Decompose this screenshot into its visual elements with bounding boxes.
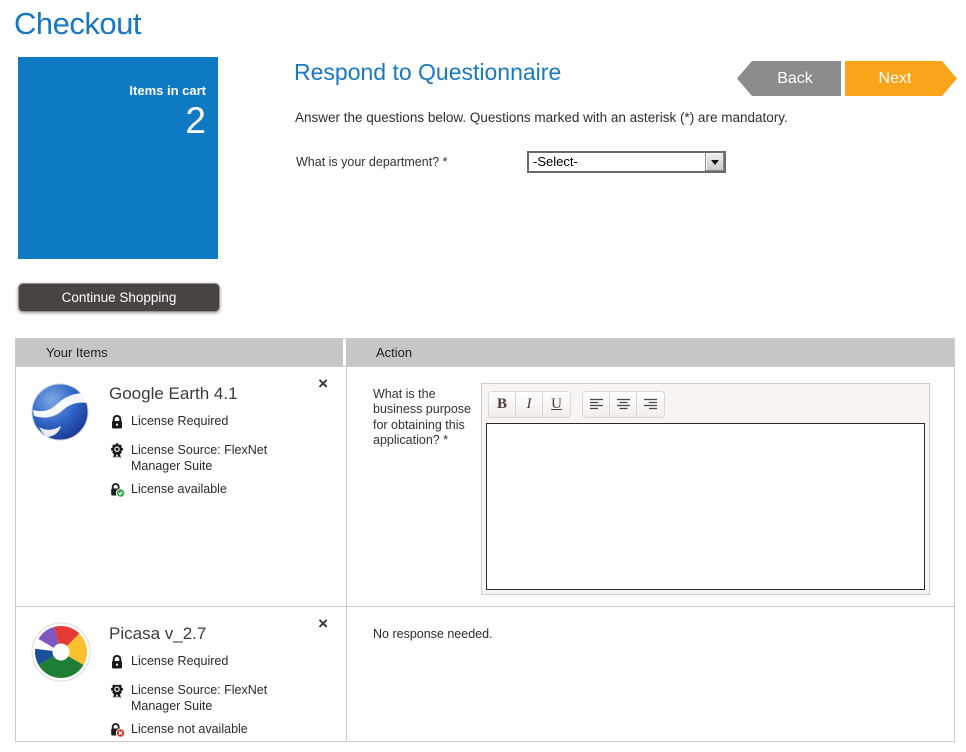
license-source-text: License Source: FlexNet Manager Suite (131, 683, 301, 714)
back-button[interactable]: Back (737, 61, 841, 96)
license-source-line: License Source: FlexNet Manager Suite (109, 443, 301, 474)
remove-item-icon[interactable]: × (318, 375, 328, 392)
table-row: × (16, 366, 954, 606)
item-cell-picasa: × Picasa v_2.7 (16, 607, 346, 741)
license-status-line: License not available (109, 722, 301, 743)
license-status-text: License available (131, 482, 227, 498)
action-cell-picasa: No response needed. (346, 607, 954, 741)
action-cell-google-earth: What is the business purpose for obtaini… (346, 367, 954, 606)
item-details: Picasa v_2.7 License Required (109, 620, 301, 751)
google-earth-icon (29, 380, 93, 511)
lock-icon (109, 654, 125, 675)
picasa-icon (29, 620, 93, 751)
business-purpose-textarea[interactable] (486, 423, 925, 590)
license-required-line: License Required (109, 654, 301, 675)
next-button[interactable]: Next (845, 61, 957, 96)
continue-shopping-button[interactable]: Continue Shopping (18, 283, 220, 312)
select-dropdown-arrow-icon[interactable] (705, 153, 724, 171)
department-select[interactable]: -Select- (527, 151, 726, 173)
table-header-row: Your Items Action (16, 339, 954, 366)
your-items-table: Your Items Action × (15, 338, 955, 742)
business-purpose-question: What is the business purpose for obtaini… (373, 383, 477, 595)
underline-button[interactable]: U (543, 392, 570, 417)
license-status-line: License available (109, 482, 301, 503)
table-row: × Picasa v_2.7 (16, 606, 954, 741)
no-response-text: No response needed. (373, 623, 954, 641)
questionnaire-instructions: Answer the questions below. Questions ma… (295, 110, 915, 125)
column-header-action: Action (346, 339, 954, 366)
license-status-text: License not available (131, 722, 248, 738)
department-select-value: -Select- (529, 153, 705, 171)
license-available-icon (109, 482, 125, 503)
license-required-text: License Required (131, 414, 228, 430)
editor-toolbar: B I U (486, 388, 925, 423)
rich-text-editor: B I U (481, 383, 930, 595)
cart-summary-box: Items in cart 2 (18, 57, 218, 259)
item-details: Google Earth 4.1 License Required (109, 380, 301, 511)
license-required-text: License Required (131, 654, 228, 670)
align-left-icon[interactable] (583, 392, 610, 417)
italic-button[interactable]: I (516, 392, 543, 417)
license-source-line: License Source: FlexNet Manager Suite (109, 683, 301, 714)
checkout-page: Checkout Items in cart 2 Continue Shoppi… (0, 0, 966, 752)
lock-icon (109, 414, 125, 435)
align-button-group (582, 391, 665, 418)
license-badge-icon (109, 683, 125, 704)
remove-item-icon[interactable]: × (318, 615, 328, 632)
item-name: Google Earth 4.1 (109, 384, 301, 404)
column-header-your-items: Your Items (16, 339, 343, 366)
department-question-label: What is your department? * (296, 155, 447, 169)
item-cell-google-earth: × (16, 367, 346, 606)
item-name: Picasa v_2.7 (109, 624, 301, 644)
questionnaire-title: Respond to Questionnaire (294, 59, 561, 86)
cart-count: 2 (185, 100, 206, 142)
license-not-available-icon (109, 722, 125, 743)
license-badge-icon (109, 443, 125, 464)
align-right-icon[interactable] (637, 392, 664, 417)
license-source-text: License Source: FlexNet Manager Suite (131, 443, 301, 474)
page-title: Checkout (14, 6, 141, 42)
align-center-icon[interactable] (610, 392, 637, 417)
format-button-group: B I U (488, 391, 571, 418)
bold-button[interactable]: B (489, 392, 516, 417)
license-required-line: License Required (109, 414, 301, 435)
items-in-cart-label: Items in cart (129, 83, 206, 98)
